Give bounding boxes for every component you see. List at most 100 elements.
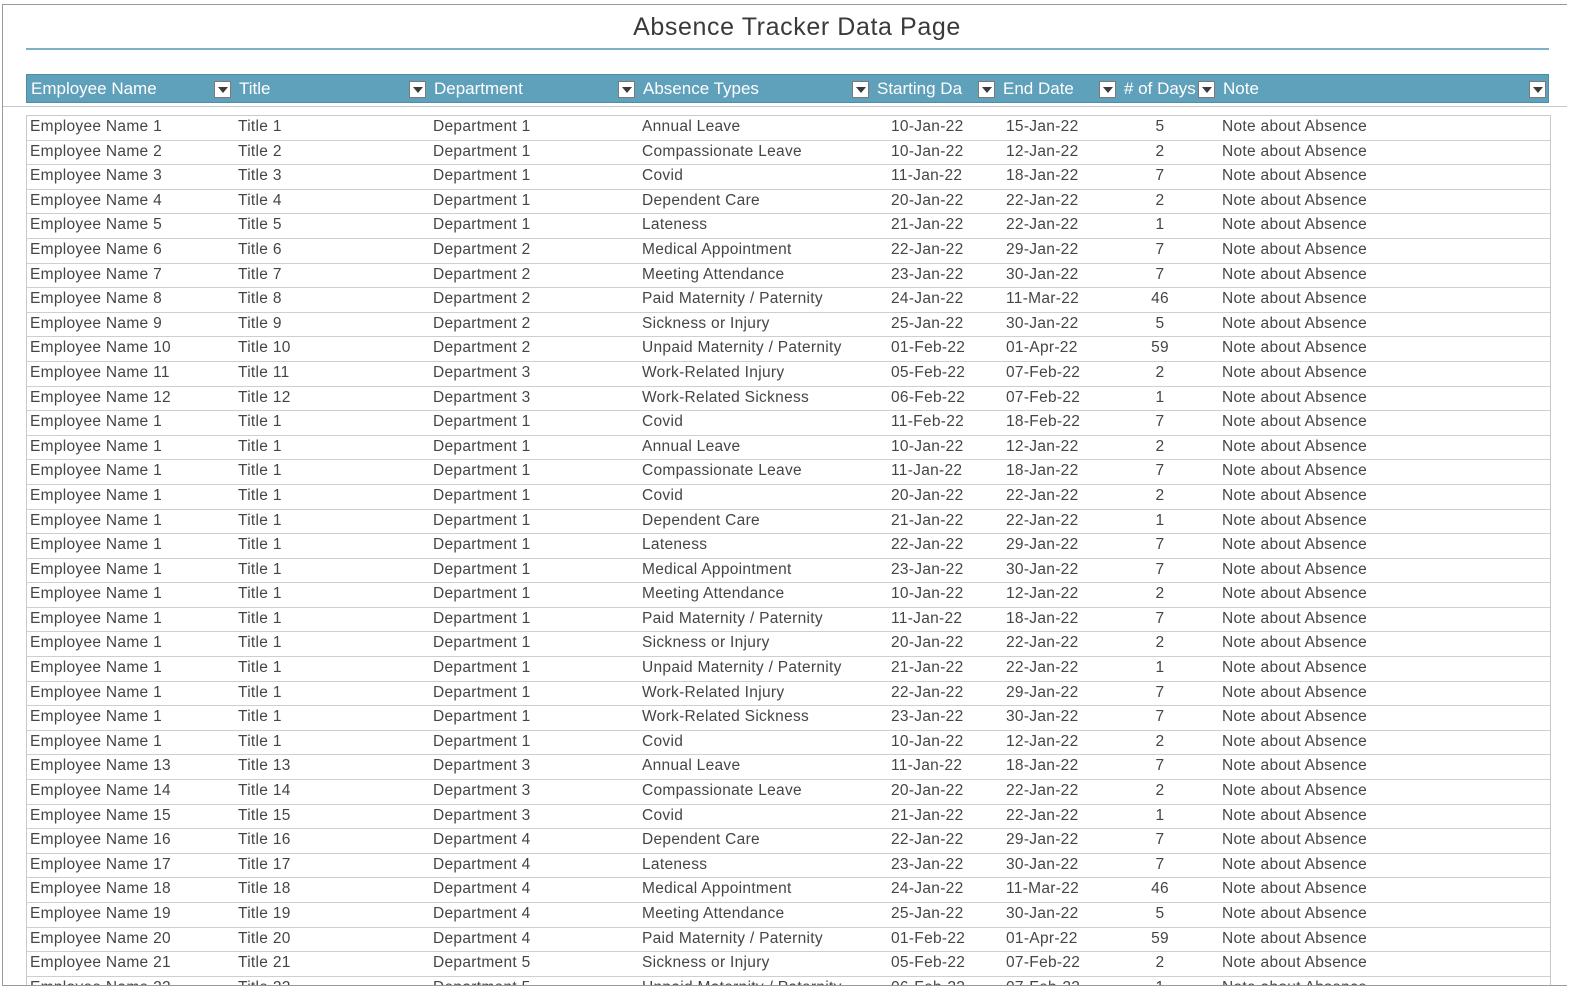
cell-absence-types[interactable]: Lateness xyxy=(642,216,707,234)
column-header-starting-date[interactable]: Starting Da xyxy=(873,75,999,102)
cell-note[interactable]: Note about Absence xyxy=(1222,241,1367,259)
cell-note[interactable]: Note about Absence xyxy=(1222,979,1367,985)
cell-end-date[interactable]: 12-Jan-22 xyxy=(1006,438,1079,456)
cell-days[interactable]: 7 xyxy=(1120,856,1200,874)
cell-starting-date[interactable]: 06-Feb-22 xyxy=(891,979,965,985)
cell-starting-date[interactable]: 11-Jan-22 xyxy=(891,462,962,480)
cell-end-date[interactable]: 22-Jan-22 xyxy=(1006,512,1079,530)
cell-starting-date[interactable]: 05-Feb-22 xyxy=(891,364,965,382)
table-row[interactable]: Employee Name 7 Title 7 Department 2 Meetin… xyxy=(27,264,1550,289)
cell-employee-name[interactable]: Employee Name 1 xyxy=(30,413,162,431)
cell-note[interactable]: Note about Absence xyxy=(1222,266,1367,284)
cell-note[interactable]: Note about Absence xyxy=(1222,512,1367,530)
cell-days[interactable]: 2 xyxy=(1120,143,1200,161)
filter-dropdown-icon[interactable] xyxy=(409,81,426,98)
cell-days[interactable]: 2 xyxy=(1120,364,1200,382)
cell-days[interactable]: 7 xyxy=(1120,757,1200,775)
cell-days[interactable]: 1 xyxy=(1120,216,1200,234)
table-row[interactable]: Employee Name 21 Title 21 Department 5 Sick… xyxy=(27,952,1550,977)
cell-note[interactable]: Note about Absence xyxy=(1222,438,1367,456)
cell-absence-types[interactable]: Dependent Care xyxy=(642,192,760,210)
cell-employee-name[interactable]: Employee Name 1 xyxy=(30,462,162,480)
cell-absence-types[interactable]: Work-Related Sickness xyxy=(642,708,809,726)
cell-employee-name[interactable]: Employee Name 11 xyxy=(30,364,170,382)
cell-title[interactable]: Title 16 xyxy=(238,831,291,849)
cell-starting-date[interactable]: 23-Jan-22 xyxy=(891,266,964,284)
table-row[interactable]: Employee Name 1 Title 1 Department 1 Covid 1… xyxy=(27,731,1550,756)
cell-end-date[interactable]: 22-Jan-22 xyxy=(1006,487,1079,505)
cell-title[interactable]: Title 12 xyxy=(238,389,291,407)
table-row[interactable]: Employee Name 1 Title 1 Department 1 Work-R… xyxy=(27,682,1550,707)
table-row[interactable]: Employee Name 13 Title 13 Department 3 Annu… xyxy=(27,755,1550,781)
cell-absence-types[interactable]: Lateness xyxy=(642,536,707,554)
cell-days[interactable]: 1 xyxy=(1120,512,1200,530)
cell-title[interactable]: Title 1 xyxy=(238,487,282,505)
table-row[interactable]: Employee Name 1 Title 1 Department 1 Depend… xyxy=(27,510,1550,535)
cell-days[interactable]: 7 xyxy=(1120,167,1200,185)
column-header-department[interactable]: Department xyxy=(430,75,639,102)
cell-end-date[interactable]: 12-Jan-22 xyxy=(1006,143,1079,161)
cell-absence-types[interactable]: Unpaid Maternity / Paternity xyxy=(642,979,842,985)
cell-department[interactable]: Department 1 xyxy=(433,487,531,505)
cell-note[interactable]: Note about Absence xyxy=(1222,118,1367,136)
cell-department[interactable]: Department 4 xyxy=(433,905,531,923)
cell-department[interactable]: Department 2 xyxy=(433,241,531,259)
cell-employee-name[interactable]: Employee Name 7 xyxy=(30,266,162,284)
cell-end-date[interactable]: 29-Jan-22 xyxy=(1006,684,1079,702)
cell-department[interactable]: Department 1 xyxy=(433,684,531,702)
cell-title[interactable]: Title 20 xyxy=(238,930,291,948)
table-row[interactable]: Employee Name 19 Title 19 Department 4 Meet… xyxy=(27,903,1550,928)
table-row[interactable]: Employee Name 3 Title 3 Department 1 Covid 1… xyxy=(27,165,1550,190)
cell-employee-name[interactable]: Employee Name 22 xyxy=(30,979,171,985)
cell-note[interactable]: Note about Absence xyxy=(1222,585,1367,603)
cell-end-date[interactable]: 29-Jan-22 xyxy=(1006,241,1079,259)
cell-starting-date[interactable]: 24-Jan-22 xyxy=(891,880,964,898)
cell-days[interactable]: 7 xyxy=(1120,462,1200,480)
cell-end-date[interactable]: 11-Mar-22 xyxy=(1006,290,1079,308)
cell-department[interactable]: Department 2 xyxy=(433,290,531,308)
cell-days[interactable]: 59 xyxy=(1120,930,1200,948)
cell-note[interactable]: Note about Absence xyxy=(1222,782,1367,800)
column-header-days[interactable]: # of Days xyxy=(1120,75,1219,102)
cell-absence-types[interactable]: Medical Appointment xyxy=(642,880,792,898)
cell-employee-name[interactable]: Employee Name 1 xyxy=(30,487,162,505)
cell-department[interactable]: Department 1 xyxy=(433,462,531,480)
cell-starting-date[interactable]: 21-Jan-22 xyxy=(891,659,964,677)
cell-title[interactable]: Title 18 xyxy=(238,880,291,898)
cell-starting-date[interactable]: 20-Jan-22 xyxy=(891,192,964,210)
cell-department[interactable]: Department 4 xyxy=(433,880,531,898)
cell-starting-date[interactable]: 11-Jan-22 xyxy=(891,757,962,775)
cell-end-date[interactable]: 18-Jan-22 xyxy=(1006,167,1079,185)
cell-title[interactable]: Title 3 xyxy=(238,167,282,185)
cell-title[interactable]: Title 1 xyxy=(238,634,282,652)
cell-employee-name[interactable]: Employee Name 1 xyxy=(30,659,162,677)
cell-employee-name[interactable]: Employee Name 17 xyxy=(30,856,171,874)
cell-note[interactable]: Note about Absence xyxy=(1222,831,1367,849)
cell-absence-types[interactable]: Sickness or Injury xyxy=(642,954,770,972)
table-row[interactable]: Employee Name 1 Title 1 Department 1 Medica… xyxy=(27,559,1550,584)
cell-absence-types[interactable]: Dependent Care xyxy=(642,512,760,530)
cell-days[interactable]: 7 xyxy=(1120,561,1200,579)
cell-employee-name[interactable]: Employee Name 18 xyxy=(30,880,171,898)
cell-employee-name[interactable]: Employee Name 8 xyxy=(30,290,162,308)
filter-dropdown-icon[interactable] xyxy=(618,81,635,98)
cell-title[interactable]: Title 1 xyxy=(238,512,282,530)
cell-absence-types[interactable]: Covid xyxy=(642,413,683,431)
cell-end-date[interactable]: 18-Jan-22 xyxy=(1006,462,1079,480)
cell-title[interactable]: Title 10 xyxy=(238,339,291,357)
cell-note[interactable]: Note about Absence xyxy=(1222,389,1367,407)
cell-title[interactable]: Title 1 xyxy=(238,659,282,677)
filter-dropdown-icon[interactable] xyxy=(978,81,995,98)
filter-dropdown-icon[interactable] xyxy=(852,81,869,98)
cell-title[interactable]: Title 22 xyxy=(238,979,291,985)
cell-employee-name[interactable]: Employee Name 1 xyxy=(30,118,162,136)
column-header-absence-types[interactable]: Absence Types xyxy=(639,75,873,102)
cell-absence-types[interactable]: Sickness or Injury xyxy=(642,315,770,333)
cell-starting-date[interactable]: 10-Jan-22 xyxy=(891,118,964,136)
cell-title[interactable]: Title 4 xyxy=(238,192,282,210)
cell-days[interactable]: 7 xyxy=(1120,266,1200,284)
cell-title[interactable]: Title 7 xyxy=(238,266,282,284)
cell-employee-name[interactable]: Employee Name 1 xyxy=(30,536,162,554)
cell-employee-name[interactable]: Employee Name 1 xyxy=(30,438,162,456)
cell-title[interactable]: Title 1 xyxy=(238,610,282,628)
